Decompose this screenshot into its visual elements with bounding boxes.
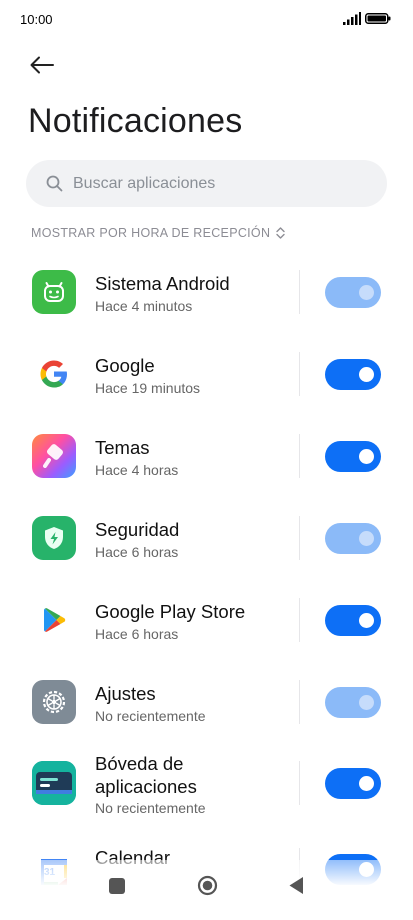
- toggle-knob: [359, 613, 374, 628]
- search-box[interactable]: [26, 160, 387, 207]
- sort-selector[interactable]: MOSTRAR POR HORA DE RECEPCIÓN: [31, 226, 285, 240]
- app-name: Seguridad: [95, 519, 180, 540]
- android-system-icon: [32, 270, 76, 314]
- toggle-knob: [359, 449, 374, 464]
- notification-toggle[interactable]: [325, 359, 381, 390]
- divider: [299, 434, 300, 478]
- sort-label: MOSTRAR POR HORA DE RECEPCIÓN: [31, 226, 271, 240]
- google-icon: [32, 352, 76, 396]
- divider: [299, 761, 300, 805]
- navigation-bar: [0, 870, 413, 920]
- notification-toggle[interactable]: [325, 523, 381, 554]
- app-last-notification: No recientemente: [95, 800, 206, 816]
- settings-gear-icon: [32, 680, 76, 724]
- notification-toggle[interactable]: [325, 441, 381, 472]
- page-title: Notificaciones: [28, 102, 243, 140]
- toggle-knob: [359, 695, 374, 710]
- notification-toggle[interactable]: [325, 605, 381, 636]
- screen: 10:00 Notificaciones MOSTRAR POR HORA: [0, 0, 413, 920]
- divider: [299, 680, 300, 724]
- status-bar: 10:00: [0, 0, 413, 40]
- search-icon: [46, 175, 63, 192]
- app-last-notification: Hace 4 horas: [95, 462, 179, 478]
- back-triangle-icon[interactable]: [288, 876, 304, 895]
- search-input[interactable]: [73, 174, 353, 193]
- divider: [299, 598, 300, 642]
- back-button[interactable]: [24, 50, 60, 80]
- app-name: Google Play Store: [95, 601, 246, 622]
- app-name: Temas: [95, 437, 150, 458]
- toggle-knob: [359, 285, 374, 300]
- back-arrow-icon: [30, 56, 54, 74]
- themes-icon: [32, 434, 76, 478]
- recents-icon[interactable]: [109, 878, 125, 894]
- toggle-knob: [359, 367, 374, 382]
- app-last-notification: Hace 19 minutos: [95, 380, 201, 396]
- app-last-notification: Hace 6 horas: [95, 544, 179, 560]
- app-name: Bóveda de aplicaciones: [95, 753, 197, 797]
- security-shield-icon: [32, 516, 76, 560]
- notification-toggle[interactable]: [325, 768, 381, 799]
- toggle-knob: [359, 531, 374, 546]
- status-time: 10:00: [20, 12, 53, 27]
- play-store-icon: [32, 598, 76, 642]
- battery-icon: [365, 13, 391, 24]
- sort-updown-icon: [276, 227, 285, 239]
- app-last-notification: Hace 6 horas: [95, 626, 179, 642]
- app-name: Sistema Android: [95, 273, 230, 294]
- divider: [299, 270, 300, 314]
- app-vault-icon: [32, 761, 76, 805]
- divider: [299, 516, 300, 560]
- notification-toggle[interactable]: [325, 687, 381, 718]
- app-name: Google: [95, 355, 155, 376]
- app-last-notification: Hace 4 minutos: [95, 298, 193, 314]
- signal-icon: [343, 12, 361, 25]
- app-name: Ajustes: [95, 683, 156, 704]
- divider: [299, 352, 300, 396]
- toggle-knob: [359, 776, 374, 791]
- home-icon[interactable]: [197, 875, 218, 896]
- app-last-notification: No recientemente: [95, 708, 206, 724]
- notification-toggle[interactable]: [325, 277, 381, 308]
